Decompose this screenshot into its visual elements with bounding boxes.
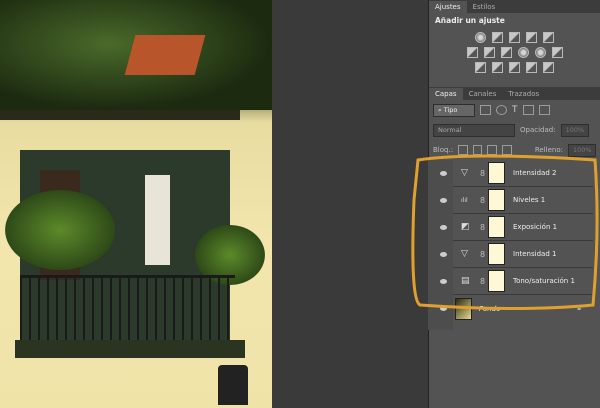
highlight-stroke — [411, 154, 599, 310]
highlight-outline — [411, 154, 599, 310]
